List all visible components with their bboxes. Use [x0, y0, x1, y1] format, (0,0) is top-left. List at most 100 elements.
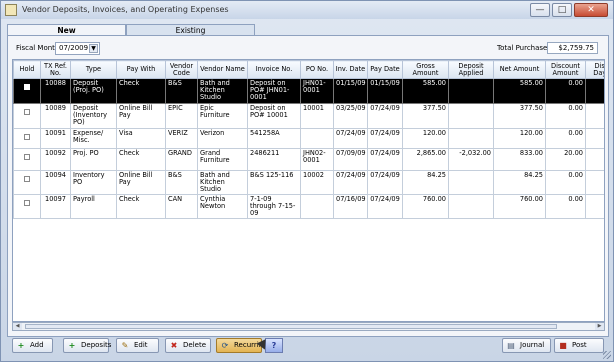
deposit-applied-cell [448, 170, 494, 195]
column-header-vendor-name[interactable]: Vendor Name [197, 60, 248, 79]
hold-cell[interactable] [13, 78, 41, 104]
scroll-right-icon[interactable]: ▶ [595, 323, 604, 330]
column-header-hold[interactable]: Hold [13, 60, 41, 79]
pay-date-cell: 07/24/09 [367, 194, 403, 219]
fiscal-month-select[interactable]: 07/2009 ▼ [55, 42, 100, 55]
hold-checkbox[interactable] [24, 200, 30, 206]
column-header-pay-date[interactable]: Pay Date [367, 60, 403, 79]
horizontal-scrollbar[interactable]: ◀ ▶ [12, 322, 605, 331]
resize-grip-icon[interactable] [603, 351, 611, 359]
post-button[interactable]: ■ Post [554, 338, 604, 353]
tx-ref-cell: 10089 [40, 103, 71, 129]
table-row[interactable]: 10088 Deposit (Proj. PO) Check B&S Bath … [13, 78, 604, 104]
column-header-vendor-code[interactable]: Vendor Code [165, 60, 198, 79]
inv-date-cell: 01/15/09 [333, 78, 368, 104]
po-no-cell: JHN01-0001 [300, 78, 334, 104]
discount-amount-cell: 0.00 [545, 78, 586, 104]
delete-button[interactable]: ✖ Delete [165, 338, 211, 353]
x-icon: ✖ [170, 340, 178, 350]
gross-amount-cell: 84.25 [402, 170, 449, 195]
hold-checkbox[interactable] [24, 154, 30, 160]
journal-button[interactable]: ▤ Journal [502, 338, 551, 353]
column-header-deposit-applied[interactable]: Deposit Applied [448, 60, 494, 79]
column-header-invoice-no[interactable]: Invoice No. [247, 60, 301, 79]
hold-cell[interactable] [13, 194, 41, 219]
scrollbar-thumb[interactable] [25, 324, 557, 329]
gross-amount-cell: 377.50 [402, 103, 449, 129]
column-header-gross-amount[interactable]: Gross Amount [402, 60, 449, 79]
column-header-type[interactable]: Type [70, 60, 117, 79]
column-header-po-no[interactable]: PO No. [300, 60, 334, 79]
deposits-button[interactable]: + Deposits [63, 338, 111, 353]
hold-checkbox[interactable] [24, 176, 30, 182]
add-button[interactable]: + Add [12, 338, 53, 353]
vendor-name-cell: Verizon [197, 128, 248, 149]
recurring-button[interactable]: ⟳ Recurring [216, 338, 268, 353]
tx-ref-cell: 10094 [40, 170, 71, 195]
vendor-name-cell: Bath and Kitchen Studio [197, 78, 248, 104]
vendor-name-cell: Epic Furniture [197, 103, 248, 129]
tx-ref-cell: 10091 [40, 128, 71, 149]
vendor-code-cell: B&S [165, 78, 198, 104]
column-header-discount-amount[interactable]: Discount Amount [545, 60, 586, 79]
type-cell: Inventory PO [70, 170, 117, 195]
chevron-down-icon[interactable]: ▼ [89, 44, 98, 53]
vendor-code-cell: CAN [165, 194, 198, 219]
discount-amount-cell: 0.00 [545, 170, 586, 195]
po-no-cell: 10001 [300, 103, 334, 129]
table-row[interactable]: 10089 Deposit (Inventory PO) Online Bill… [13, 103, 604, 129]
close-button[interactable]: ✕ [574, 3, 608, 17]
hold-cell[interactable] [13, 128, 41, 149]
maximize-button[interactable]: □ [552, 3, 572, 17]
minimize-button[interactable]: — [530, 3, 550, 17]
table-row[interactable]: 10091 Expense/ Misc. Visa VERIZ Verizon … [13, 128, 604, 149]
scroll-left-icon[interactable]: ◀ [13, 323, 22, 330]
type-cell: Deposit (Proj. PO) [70, 78, 117, 104]
hold-cell[interactable] [13, 103, 41, 129]
total-purchases-label: Total Purchases [497, 44, 552, 52]
edit-button[interactable]: ✎ Edit [116, 338, 159, 353]
type-cell: Expense/ Misc. [70, 128, 117, 149]
po-no-cell [300, 128, 334, 149]
table-row[interactable]: 10092 Proj. PO Check GRAND Grand Furnitu… [13, 148, 604, 171]
type-cell: Deposit (Inventory PO) [70, 103, 117, 129]
hold-cell[interactable] [13, 170, 41, 195]
pay-with-cell: Check [116, 194, 166, 219]
column-header-tx-ref[interactable]: TX Ref. No. [40, 60, 71, 79]
table-row[interactable]: 10094 Inventory PO Online Bill Pay B&S B… [13, 170, 604, 195]
pay-date-cell: 07/24/09 [367, 128, 403, 149]
hold-checkbox[interactable] [24, 84, 30, 90]
po-no-cell: JHN02-0001 [300, 148, 334, 171]
invoice-no-cell: Deposit on PO# JHN01-0001 [247, 78, 301, 104]
tx-ref-cell: 10097 [40, 194, 71, 219]
net-amount-cell: 120.00 [493, 128, 546, 149]
po-no-cell [300, 194, 334, 219]
inv-date-cell: 07/24/09 [333, 170, 368, 195]
column-header-net-amount[interactable]: Net Amount [493, 60, 546, 79]
delete-button-label: Delete [183, 341, 206, 349]
vendor-name-cell: Grand Furniture [197, 148, 248, 171]
deposit-applied-cell [448, 78, 494, 104]
deposit-applied-cell: -2,032.00 [448, 148, 494, 171]
disc-days-cell: 7 [585, 148, 604, 171]
column-header-disc-days[interactable]: Disc Days [585, 60, 604, 79]
column-header-pay-with[interactable]: Pay With [116, 60, 166, 79]
hold-checkbox[interactable] [24, 134, 30, 140]
discount-amount-cell: 0.00 [545, 103, 586, 129]
vendor-code-cell: GRAND [165, 148, 198, 171]
vendor-code-cell: B&S [165, 170, 198, 195]
net-amount-cell: 84.25 [493, 170, 546, 195]
table-header-row: Hold TX Ref. No. Type Pay With Vendor Co… [13, 60, 604, 79]
po-no-cell: 10002 [300, 170, 334, 195]
plus-icon: + [17, 340, 25, 350]
journal-icon: ▤ [507, 340, 515, 350]
hold-checkbox[interactable] [24, 109, 30, 115]
table-row[interactable]: 10097 Payroll Check CAN Cynthia Newton 7… [13, 194, 604, 219]
vendor-name-cell: Cynthia Newton [197, 194, 248, 219]
hold-cell[interactable] [13, 148, 41, 171]
column-header-inv-date[interactable]: Inv. Date [333, 60, 368, 79]
journal-button-label: Journal [520, 341, 545, 349]
disc-days-cell [585, 194, 604, 219]
post-button-label: Post [572, 341, 587, 349]
total-purchases-value: $2,759.75 [547, 42, 598, 54]
